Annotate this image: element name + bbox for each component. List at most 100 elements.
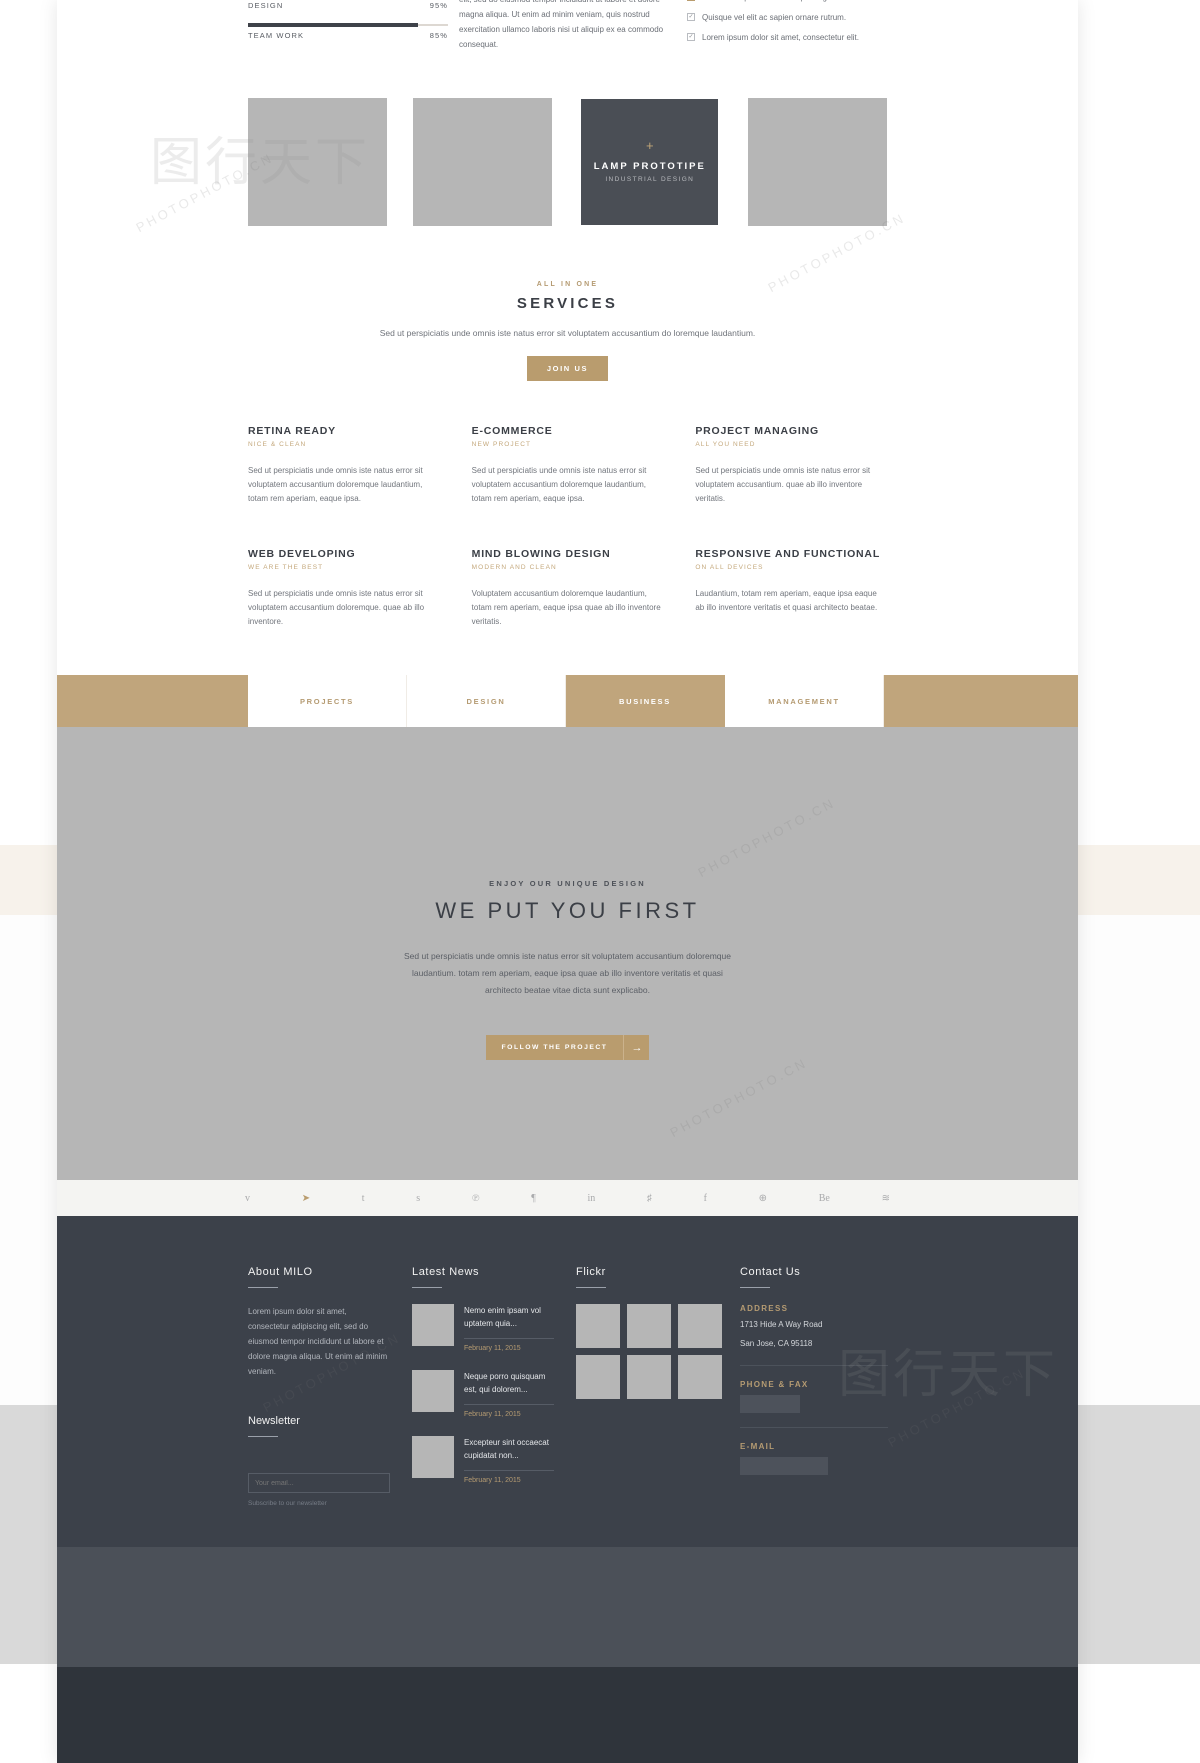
phone-value-redacted [740, 1395, 800, 1413]
flickr-thumb[interactable] [678, 1304, 722, 1348]
services-eyebrow: ALL IN ONE [536, 281, 599, 288]
news-thumbnail [412, 1370, 454, 1412]
skills-section: DESIGN 95% TEAM WORK 85% elit, sed do ei… [57, 0, 1078, 62]
skill-row: DESIGN 95% [248, 0, 448, 10]
flickr-thumb[interactable] [678, 1355, 722, 1399]
divider [248, 1287, 278, 1288]
service-title: RETINA READY [248, 425, 336, 437]
address-line-1: 1713 Hide A Way Road [740, 1320, 823, 1329]
service-subtitle: WE ARE THE BEST [248, 564, 324, 571]
portfolio-thumb-active[interactable]: + LAMP PROTOTIPE INDUSTRIAL DESIGN [577, 95, 723, 229]
website-mockup: DESIGN 95% TEAM WORK 85% elit, sed do ei… [57, 0, 1078, 1763]
flickr-thumb[interactable] [627, 1304, 671, 1348]
newsletter-email-input[interactable] [248, 1473, 390, 1493]
skype-icon[interactable]: s [416, 1193, 420, 1204]
tumblr-icon[interactable]: t [362, 1193, 365, 1204]
twitter-bird-icon[interactable]: ➤ [302, 1193, 310, 1204]
portfolio-thumb[interactable] [412, 98, 552, 226]
join-us-button[interactable]: JOIN US [526, 356, 609, 381]
follow-project-button[interactable]: FOLLOW THE PROJECT → [485, 1035, 650, 1060]
rss-icon[interactable]: ¶ [531, 1193, 536, 1204]
service-text: Sed ut perspiciatis unde omnis iste natu… [471, 466, 647, 503]
follow-project-label: FOLLOW THE PROJECT [485, 1035, 624, 1060]
skill-label: DESIGN [248, 1, 284, 10]
checklist-item[interactable]: ✓ Fusce et turpis massa suscipit fringil… [687, 0, 897, 4]
tab-design[interactable]: DESIGN [407, 675, 566, 727]
flickr-thumb[interactable] [576, 1355, 620, 1399]
service-subtitle: ALL YOU NEED [695, 441, 756, 448]
divider [412, 1287, 442, 1288]
news-date: February 11, 2015 [464, 1345, 521, 1352]
flickr-thumb[interactable] [576, 1304, 620, 1348]
divider [464, 1404, 554, 1405]
linkedin-icon[interactable]: in [587, 1193, 595, 1204]
tab-projects[interactable]: PROJECTS [248, 675, 407, 727]
service-subtitle: ON ALL DEVICES [695, 564, 764, 571]
checkbox-icon[interactable]: ✓ [687, 0, 695, 1]
service-title: WEB DEVELOPING [248, 548, 356, 560]
divider [576, 1287, 606, 1288]
skill-row: TEAM WORK 85% [248, 23, 448, 40]
vimeo-icon[interactable]: v [245, 1193, 250, 1204]
news-thumbnail [412, 1304, 454, 1346]
footer-news-heading: Latest News [412, 1266, 480, 1278]
plus-icon[interactable]: + [646, 139, 654, 152]
site-footer: About MILO Lorem ipsum dolor sit amet, c… [57, 1216, 1078, 1547]
news-item[interactable]: Neque porro quisquam est, qui dolorem...… [412, 1370, 554, 1418]
portfolio-thumbnails: + LAMP PROTOTIPE INDUSTRIAL DESIGN [57, 62, 1078, 229]
portfolio-thumb[interactable] [747, 98, 887, 226]
checklist-item[interactable]: ✓ Quisque vel elit ac sapien ornare rutr… [687, 12, 897, 24]
footer-about-column: About MILO Lorem ipsum dolor sit amet, c… [248, 1266, 412, 1507]
footer-contact-column: Contact Us ADDRESS 1713 Hide A Way Road … [740, 1266, 910, 1507]
checkbox-icon[interactable]: ✓ [687, 33, 695, 41]
pinterest-icon[interactable]: ℗ [472, 1193, 480, 1204]
news-item[interactable]: Nemo enim ipsam vol uptatem quia... Febr… [412, 1304, 554, 1352]
skill-value: 85% [429, 31, 448, 40]
service-card: PROJECT MANAGING ALL YOU NEED Sed ut per… [695, 425, 887, 506]
hero-section: ENJOY OUR UNIQUE DESIGN WE PUT YOU FIRST… [57, 727, 1078, 1180]
checkbox-icon[interactable]: ✓ [687, 13, 695, 21]
services-grid: RETINA READY NICE & CLEAN Sed ut perspic… [57, 381, 1078, 675]
flickr-icon[interactable]: ≋ [882, 1193, 890, 1204]
behance-icon[interactable]: Be [819, 1193, 830, 1204]
services-description: Sed ut perspiciatis unde omnis iste natu… [379, 328, 756, 338]
newsletter-note: Subscribe to our newsletter [248, 1500, 327, 1507]
portfolio-subtitle: INDUSTRIAL DESIGN [605, 176, 695, 183]
arrow-right-icon[interactable]: → [623, 1035, 650, 1060]
footer-about-text: Lorem ipsum dolor sit amet, consectetur … [248, 1307, 388, 1376]
service-text: Sed ut perspiciatis unde omnis iste natu… [695, 466, 871, 503]
flickr-grid [576, 1304, 722, 1399]
service-title: E-COMMERCE [471, 425, 553, 437]
service-title: RESPONSIVE AND FUNCTIONAL [695, 548, 881, 560]
news-title: Excepteur sint occaecat cupidatat non... [464, 1438, 549, 1460]
instagram-icon[interactable]: ♯ [647, 1193, 652, 1204]
service-subtitle: MODERN AND CLEAN [471, 564, 557, 571]
hero-eyebrow: ENJOY OUR UNIQUE DESIGN [489, 879, 646, 888]
service-subtitle: NICE & CLEAN [248, 441, 307, 448]
checklist: ✓ Fusce et turpis massa suscipit fringil… [687, 0, 897, 52]
dribbble-icon[interactable]: ⊕ [759, 1193, 767, 1204]
address-label: ADDRESS [740, 1304, 789, 1313]
email-value-redacted [740, 1457, 828, 1475]
footer-bottom-bar [57, 1667, 1078, 1763]
portfolio-thumb[interactable] [248, 98, 387, 226]
tab-business[interactable]: BUSINESS [566, 675, 725, 727]
news-thumbnail [412, 1436, 454, 1478]
intro-paragraph: elit, sed do eiusmod tempor incididunt u… [459, 0, 664, 49]
service-title: MIND BLOWING DESIGN [471, 548, 611, 560]
service-text: Voluptatem accusantium doloremque laudan… [471, 589, 661, 626]
services-header: ALL IN ONE SERVICES Sed ut perspiciatis … [57, 229, 1078, 381]
service-card: E-COMMERCE NEW PROJECT Sed ut perspiciat… [472, 425, 664, 506]
flickr-thumb[interactable] [627, 1355, 671, 1399]
service-subtitle: NEW PROJECT [471, 441, 532, 448]
facebook-icon[interactable]: f [704, 1193, 707, 1204]
news-item[interactable]: Excepteur sint occaecat cupidatat non...… [412, 1436, 554, 1484]
news-date: February 11, 2015 [464, 1477, 521, 1484]
service-card: RESPONSIVE AND FUNCTIONAL ON ALL DEVICES… [695, 548, 887, 629]
footer-news-column: Latest News Nemo enim ipsam vol uptatem … [412, 1266, 576, 1507]
tab-management[interactable]: MANAGEMENT [725, 675, 884, 727]
divider [248, 1436, 278, 1437]
checklist-item[interactable]: ✓ Lorem ipsum dolor sit amet, consectetu… [687, 32, 897, 44]
skill-track [248, 23, 448, 27]
news-title: Neque porro quisquam est, qui dolorem... [464, 1372, 546, 1394]
